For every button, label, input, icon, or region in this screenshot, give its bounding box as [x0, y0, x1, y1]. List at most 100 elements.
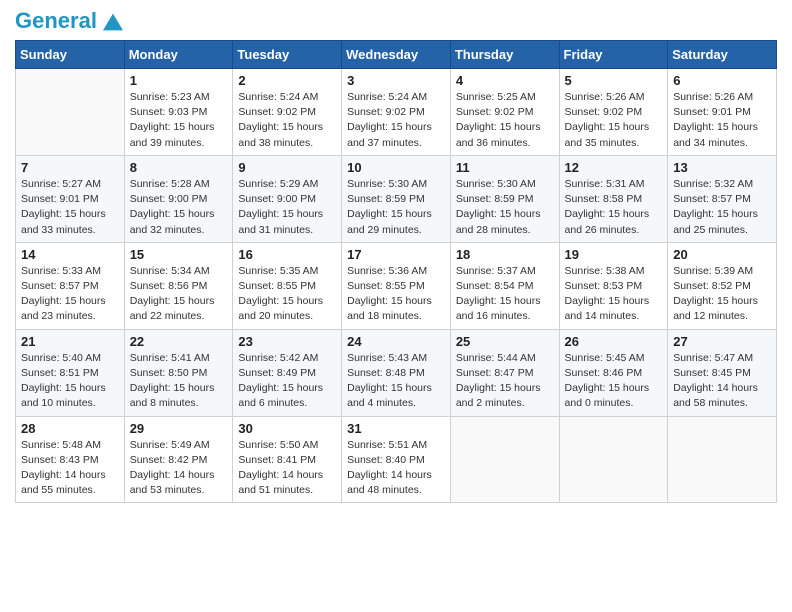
day-info: Sunrise: 5:30 AM Sunset: 8:59 PM Dayligh… [347, 177, 445, 238]
day-number: 16 [238, 247, 336, 262]
calendar-cell: 29 Sunrise: 5:49 AM Sunset: 8:42 PM Dayli… [124, 416, 233, 503]
day-info: Sunrise: 5:26 AM Sunset: 9:02 PM Dayligh… [565, 90, 663, 151]
calendar-cell: 11 Sunrise: 5:30 AM Sunset: 8:59 PM Dayli… [450, 155, 559, 242]
day-info: Sunrise: 5:34 AM Sunset: 8:56 PM Dayligh… [130, 264, 228, 325]
calendar-cell: 18 Sunrise: 5:37 AM Sunset: 8:54 PM Dayli… [450, 242, 559, 329]
day-info: Sunrise: 5:43 AM Sunset: 8:48 PM Dayligh… [347, 351, 445, 412]
calendar-cell: 13Sunrise: 5:32 AM Sunset: 8:57 PM Dayli… [668, 155, 777, 242]
logo-general: General [15, 8, 97, 33]
calendar-cell: 23Sunrise: 5:42 AM Sunset: 8:49 PM Dayli… [233, 329, 342, 416]
calendar-cell: 26 Sunrise: 5:45 AM Sunset: 8:46 PM Dayli… [559, 329, 668, 416]
day-info: Sunrise: 5:26 AM Sunset: 9:01 PM Dayligh… [673, 90, 771, 151]
day-number: 25 [456, 334, 554, 349]
page-header: General [15, 10, 777, 32]
day-info: Sunrise: 5:49 AM Sunset: 8:42 PM Dayligh… [130, 438, 228, 499]
calendar-cell: 5 Sunrise: 5:26 AM Sunset: 9:02 PM Daylig… [559, 69, 668, 156]
day-info: Sunrise: 5:40 AM Sunset: 8:51 PM Dayligh… [21, 351, 119, 412]
calendar-week-row: 1Sunrise: 5:23 AM Sunset: 9:03 PM Daylig… [16, 69, 777, 156]
day-info: Sunrise: 5:31 AM Sunset: 8:58 PM Dayligh… [565, 177, 663, 238]
day-info: Sunrise: 5:47 AM Sunset: 8:45 PM Dayligh… [673, 351, 771, 412]
day-number: 22 [130, 334, 228, 349]
day-number: 15 [130, 247, 228, 262]
day-number: 29 [130, 421, 228, 436]
header-saturday: Saturday [668, 41, 777, 69]
day-number: 17 [347, 247, 445, 262]
day-info: Sunrise: 5:24 AM Sunset: 9:02 PM Dayligh… [238, 90, 336, 151]
day-number: 11 [456, 160, 554, 175]
calendar-cell: 7 Sunrise: 5:27 AM Sunset: 9:01 PM Daylig… [16, 155, 125, 242]
day-number: 21 [21, 334, 119, 349]
day-number: 28 [21, 421, 119, 436]
header-thursday: Thursday [450, 41, 559, 69]
calendar-cell: 16 Sunrise: 5:35 AM Sunset: 8:55 PM Dayli… [233, 242, 342, 329]
calendar-cell [16, 69, 125, 156]
day-number: 5 [565, 73, 663, 88]
day-info: Sunrise: 5:51 AM Sunset: 8:40 PM Dayligh… [347, 438, 445, 499]
day-info: Sunrise: 5:29 AM Sunset: 9:00 PM Dayligh… [238, 177, 336, 238]
logo-text: General [15, 10, 123, 32]
calendar-cell [450, 416, 559, 503]
day-number: 2 [238, 73, 336, 88]
day-number: 14 [21, 247, 119, 262]
calendar-cell: 22 Sunrise: 5:41 AM Sunset: 8:50 PM Dayli… [124, 329, 233, 416]
calendar-cell: 12 Sunrise: 5:31 AM Sunset: 8:58 PM Dayli… [559, 155, 668, 242]
day-number: 19 [565, 247, 663, 262]
calendar-cell [668, 416, 777, 503]
day-number: 10 [347, 160, 445, 175]
calendar-cell: 21 Sunrise: 5:40 AM Sunset: 8:51 PM Dayli… [16, 329, 125, 416]
day-number: 12 [565, 160, 663, 175]
calendar-cell: 24 Sunrise: 5:43 AM Sunset: 8:48 PM Dayli… [342, 329, 451, 416]
day-info: Sunrise: 5:27 AM Sunset: 9:01 PM Dayligh… [21, 177, 119, 238]
day-info: Sunrise: 5:23 AM Sunset: 9:03 PM Dayligh… [130, 90, 228, 151]
day-info: Sunrise: 5:39 AM Sunset: 8:52 PM Dayligh… [673, 264, 771, 325]
calendar-cell: 30Sunrise: 5:50 AM Sunset: 8:41 PM Dayli… [233, 416, 342, 503]
calendar-cell: 31Sunrise: 5:51 AM Sunset: 8:40 PM Dayli… [342, 416, 451, 503]
calendar-cell: 4 Sunrise: 5:25 AM Sunset: 9:02 PM Daylig… [450, 69, 559, 156]
calendar-cell: 10 Sunrise: 5:30 AM Sunset: 8:59 PM Dayli… [342, 155, 451, 242]
day-info: Sunrise: 5:44 AM Sunset: 8:47 PM Dayligh… [456, 351, 554, 412]
header-tuesday: Tuesday [233, 41, 342, 69]
calendar-table: SundayMondayTuesdayWednesdayThursdayFrid… [15, 40, 777, 503]
calendar-cell: 25 Sunrise: 5:44 AM Sunset: 8:47 PM Dayli… [450, 329, 559, 416]
day-info: Sunrise: 5:24 AM Sunset: 9:02 PM Dayligh… [347, 90, 445, 151]
calendar-cell [559, 416, 668, 503]
calendar-week-row: 28 Sunrise: 5:48 AM Sunset: 8:43 PM Dayli… [16, 416, 777, 503]
day-info: Sunrise: 5:41 AM Sunset: 8:50 PM Dayligh… [130, 351, 228, 412]
calendar-cell: 2 Sunrise: 5:24 AM Sunset: 9:02 PM Daylig… [233, 69, 342, 156]
day-number: 7 [21, 160, 119, 175]
day-number: 24 [347, 334, 445, 349]
day-number: 3 [347, 73, 445, 88]
calendar-cell: 20Sunrise: 5:39 AM Sunset: 8:52 PM Dayli… [668, 242, 777, 329]
day-number: 23 [238, 334, 336, 349]
header-monday: Monday [124, 41, 233, 69]
day-info: Sunrise: 5:45 AM Sunset: 8:46 PM Dayligh… [565, 351, 663, 412]
calendar-cell: 14 Sunrise: 5:33 AM Sunset: 8:57 PM Dayli… [16, 242, 125, 329]
day-number: 26 [565, 334, 663, 349]
calendar-cell: 19Sunrise: 5:38 AM Sunset: 8:53 PM Dayli… [559, 242, 668, 329]
day-info: Sunrise: 5:30 AM Sunset: 8:59 PM Dayligh… [456, 177, 554, 238]
header-wednesday: Wednesday [342, 41, 451, 69]
calendar-week-row: 21 Sunrise: 5:40 AM Sunset: 8:51 PM Dayli… [16, 329, 777, 416]
day-info: Sunrise: 5:37 AM Sunset: 8:54 PM Dayligh… [456, 264, 554, 325]
calendar-cell: 9 Sunrise: 5:29 AM Sunset: 9:00 PM Daylig… [233, 155, 342, 242]
header-friday: Friday [559, 41, 668, 69]
calendar-week-row: 7 Sunrise: 5:27 AM Sunset: 9:01 PM Daylig… [16, 155, 777, 242]
calendar-cell: 3 Sunrise: 5:24 AM Sunset: 9:02 PM Daylig… [342, 69, 451, 156]
calendar-cell: 15 Sunrise: 5:34 AM Sunset: 8:56 PM Dayli… [124, 242, 233, 329]
day-info: Sunrise: 5:35 AM Sunset: 8:55 PM Dayligh… [238, 264, 336, 325]
day-number: 18 [456, 247, 554, 262]
calendar-cell: 8Sunrise: 5:28 AM Sunset: 9:00 PM Daylig… [124, 155, 233, 242]
day-info: Sunrise: 5:32 AM Sunset: 8:57 PM Dayligh… [673, 177, 771, 238]
calendar-cell: 6Sunrise: 5:26 AM Sunset: 9:01 PM Daylig… [668, 69, 777, 156]
logo-icon [103, 13, 123, 31]
day-number: 9 [238, 160, 336, 175]
day-info: Sunrise: 5:25 AM Sunset: 9:02 PM Dayligh… [456, 90, 554, 151]
day-info: Sunrise: 5:33 AM Sunset: 8:57 PM Dayligh… [21, 264, 119, 325]
calendar-cell: 17 Sunrise: 5:36 AM Sunset: 8:55 PM Dayli… [342, 242, 451, 329]
day-info: Sunrise: 5:36 AM Sunset: 8:55 PM Dayligh… [347, 264, 445, 325]
calendar-cell: 28 Sunrise: 5:48 AM Sunset: 8:43 PM Dayli… [16, 416, 125, 503]
calendar-cell: 1Sunrise: 5:23 AM Sunset: 9:03 PM Daylig… [124, 69, 233, 156]
day-info: Sunrise: 5:48 AM Sunset: 8:43 PM Dayligh… [21, 438, 119, 499]
day-number: 8 [130, 160, 228, 175]
day-number: 4 [456, 73, 554, 88]
